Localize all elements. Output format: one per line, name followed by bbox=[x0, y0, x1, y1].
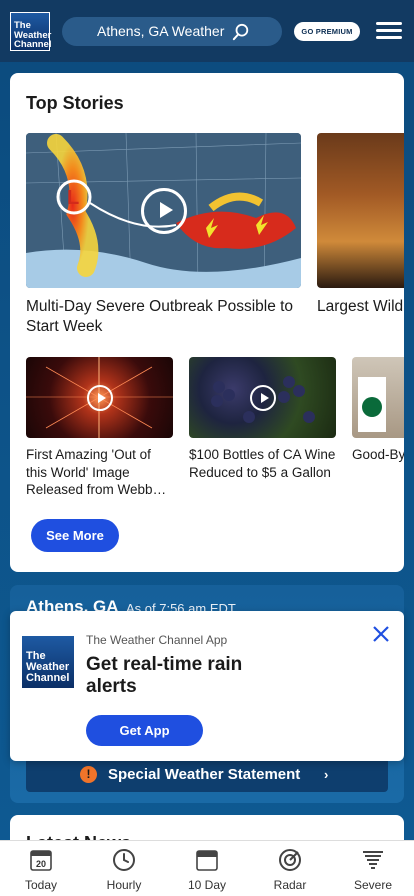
play-video-icon[interactable] bbox=[86, 384, 113, 411]
grapes-image bbox=[189, 357, 336, 438]
story-card[interactable]: First Amazing 'Out of this World' Image … bbox=[26, 357, 173, 499]
play-video-icon[interactable] bbox=[249, 384, 276, 411]
nav-radar[interactable]: Radar bbox=[249, 841, 331, 896]
see-more-button[interactable]: See More bbox=[31, 519, 119, 552]
calendar-today-icon: 20 bbox=[30, 850, 52, 871]
hamburger-menu-icon[interactable] bbox=[376, 22, 402, 40]
nav-label: Hourly bbox=[106, 878, 142, 892]
search-text: Athens, GA Weather bbox=[97, 23, 225, 39]
lead-story-image: L bbox=[26, 133, 301, 288]
weather-channel-logo[interactable]: The Weather Channel bbox=[10, 12, 52, 51]
cups-graphic bbox=[358, 377, 386, 432]
cups-image bbox=[352, 357, 404, 438]
tornado-icon bbox=[363, 851, 383, 869]
nav-10-day[interactable]: 10 Day bbox=[166, 841, 248, 896]
webb-image bbox=[26, 357, 173, 438]
lead-story-headline: Multi-Day Severe Outbreak Possible to St… bbox=[26, 298, 294, 335]
story-card[interactable]: Good-By Cups at S bbox=[352, 357, 404, 464]
nav-severe[interactable]: Severe bbox=[332, 841, 414, 896]
close-icon[interactable] bbox=[372, 625, 390, 643]
location-search[interactable]: Athens, GA Weather bbox=[62, 17, 282, 46]
popup-title: Get real-time rain alerts bbox=[86, 654, 243, 697]
nav-label: 10 Day bbox=[187, 878, 227, 892]
wildfire-image bbox=[317, 133, 404, 288]
popup-app-name: The Weather Channel App bbox=[86, 633, 228, 647]
logo-line-3: Channel bbox=[14, 39, 52, 50]
story-headline: Good-By Cups at S bbox=[352, 447, 404, 462]
story-headline: First Amazing 'Out of this World' Image … bbox=[26, 447, 167, 497]
lead-story-2-headline: Largest Wild Continues to bbox=[317, 298, 404, 315]
svg-text:L: L bbox=[67, 187, 79, 209]
nav-today[interactable]: 20 Today bbox=[0, 841, 82, 896]
header-bar: The Weather Channel Athens, GA Weather G… bbox=[0, 0, 414, 62]
nav-hourly[interactable]: Hourly bbox=[83, 841, 165, 896]
alert-icon: ! bbox=[80, 766, 97, 783]
weather-channel-app-logo: The Weather Channel bbox=[22, 636, 74, 688]
play-video-icon[interactable] bbox=[140, 187, 187, 234]
nav-label: Severe bbox=[353, 878, 393, 892]
story-headline: $100 Bottles of CA Wine Reduced to $5 a … bbox=[189, 447, 336, 480]
top-stories-card: Top Stories L Multi-Day Severe Outbreak … bbox=[10, 73, 404, 572]
calendar-icon bbox=[196, 850, 218, 871]
bottom-nav: 20 Today Hourly 10 Day Radar Severe bbox=[0, 840, 414, 896]
top-stories-title: Top Stories bbox=[26, 93, 124, 113]
radar-icon bbox=[279, 849, 301, 871]
chevron-right-icon: › bbox=[324, 767, 329, 782]
nav-label: Today bbox=[24, 878, 58, 892]
lead-story-2[interactable]: Largest Wild Continues to bbox=[317, 133, 404, 317]
popup-logo-line-3: Channel bbox=[26, 672, 70, 684]
lead-story[interactable]: L Multi-Day Severe Outbreak Possible to … bbox=[26, 133, 301, 337]
app-promo-popup: The Weather Channel The Weather Channel … bbox=[10, 611, 404, 761]
calendar-day-number: 20 bbox=[36, 859, 46, 869]
go-premium-button[interactable]: GO PREMIUM bbox=[294, 22, 360, 41]
story-card[interactable]: $100 Bottles of CA Wine Reduced to $5 a … bbox=[189, 357, 336, 481]
get-app-button[interactable]: Get App bbox=[86, 715, 203, 746]
special-weather-statement-button[interactable]: ! Special Weather Statement › bbox=[26, 757, 388, 792]
nav-label: Radar bbox=[273, 878, 307, 892]
special-statement-label: Special Weather Statement bbox=[108, 766, 301, 783]
clock-icon bbox=[113, 849, 135, 871]
search-icon bbox=[232, 23, 249, 41]
